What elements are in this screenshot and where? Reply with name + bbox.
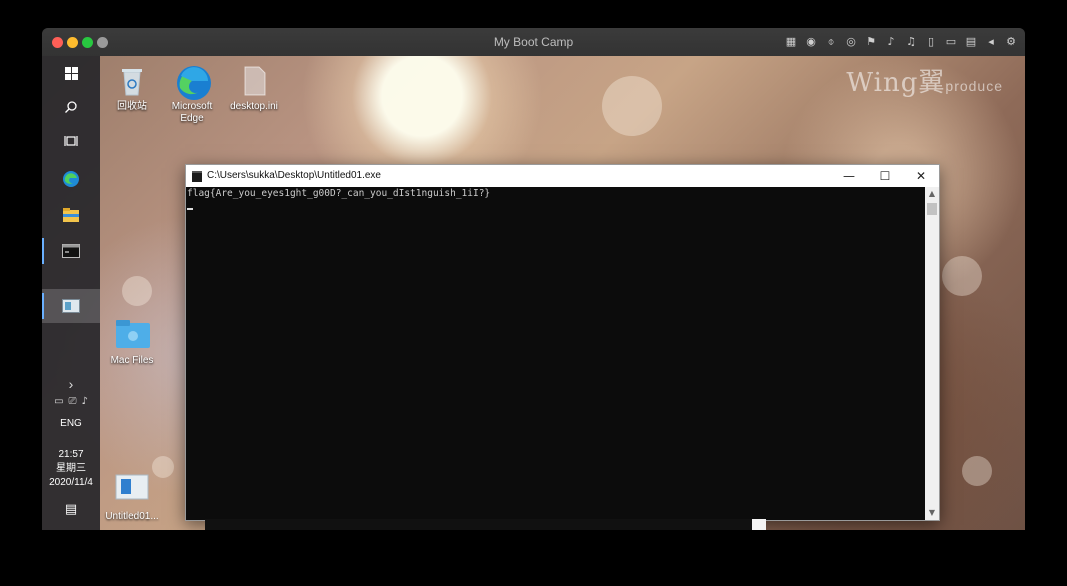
- desktop-icon-desktop-ini[interactable]: desktop.ini: [224, 64, 284, 113]
- desktop-icon-edge[interactable]: Microsoft Edge: [162, 64, 222, 125]
- clock-time: 21:57: [58, 449, 84, 460]
- windows-taskbar: › ▭ ⎚ ♪ ENG 21:57 星期三 2020/11/4 ▤: [42, 56, 100, 530]
- console-scrollbar[interactable]: ▲ ▼: [925, 187, 939, 520]
- settings-file-icon: [237, 64, 271, 98]
- battery-icon[interactable]: ▭: [54, 396, 63, 407]
- scrollbar-thumb[interactable]: [927, 203, 937, 215]
- taskbar-untitled-app[interactable]: [42, 289, 100, 323]
- text-cursor: [187, 208, 193, 210]
- keyboard-icon[interactable]: ▦: [783, 34, 799, 50]
- desktop-icon-label: Untitled01...: [105, 511, 159, 522]
- notification-button[interactable]: ▤: [42, 502, 100, 517]
- desktop-icon-recycle-bin[interactable]: 回收站: [102, 64, 162, 113]
- windows-logo-icon: [64, 66, 78, 80]
- screen-icon[interactable]: ▭: [943, 34, 959, 50]
- scroll-up-arrow-icon[interactable]: ▲: [925, 187, 939, 201]
- host-toolbar: ▦ ◉ ⌽ ◎ ⚑ ♪ ♫ ▯ ▭ ▤ ◂ ⚙: [783, 34, 1019, 50]
- folder-icon[interactable]: ▤: [963, 34, 979, 50]
- network-icon[interactable]: ⎚: [69, 396, 77, 407]
- taskbar-file-explorer[interactable]: [42, 198, 100, 232]
- console-output-area[interactable]: flag{Are_you_eyes1ght_g00D?_can_you_dIst…: [186, 187, 925, 520]
- microphone-icon[interactable]: ♫: [903, 34, 919, 50]
- console-titlebar[interactable]: C:\Users\sukka\Desktop\Untitled01.exe — …: [186, 165, 939, 187]
- desktop-icon-untitled01[interactable]: Untitled01...: [102, 474, 162, 523]
- edge-icon: [63, 171, 79, 187]
- record-icon[interactable]: ◎: [843, 34, 859, 50]
- search-icon: [65, 101, 77, 113]
- minimize-button[interactable]: —: [831, 165, 867, 187]
- clock[interactable]: 21:57 星期三 2020/11/4: [42, 448, 100, 490]
- background-window-edge: [752, 519, 766, 530]
- gear-icon[interactable]: ⚙: [1003, 34, 1019, 50]
- cd-icon[interactable]: ◉: [803, 34, 819, 50]
- console-app-icon: [192, 171, 202, 182]
- host-window: My Boot Camp ▦ ◉ ⌽ ◎ ⚑ ♪ ♫ ▯ ▭ ▤ ◂ ⚙ Win…: [42, 28, 1025, 530]
- scroll-down-arrow-icon[interactable]: ▼: [925, 506, 939, 520]
- tray-icons: ▭ ⎚ ♪: [42, 396, 100, 407]
- desktop-icon-label: Mac Files: [110, 355, 154, 366]
- recycle-bin-icon: [115, 64, 149, 98]
- tablet-icon[interactable]: ▯: [923, 34, 939, 50]
- maximize-button[interactable]: ☐: [867, 165, 903, 187]
- wing-produce-watermark: Wing翼produce: [846, 68, 1003, 98]
- desktop-icon-label: 回收站: [117, 101, 147, 112]
- volume-icon[interactable]: ♪: [82, 396, 88, 407]
- app-window-icon: [115, 474, 149, 508]
- usb-icon[interactable]: ⌽: [823, 34, 839, 50]
- speaker-icon[interactable]: ♪: [883, 34, 899, 50]
- edge-icon: [175, 64, 211, 100]
- network-icon[interactable]: ⚑: [863, 34, 879, 50]
- wallpaper-bokeh: [942, 256, 982, 296]
- wallpaper-bokeh: [122, 276, 152, 306]
- desktop-icon-label: Microsoft Edge: [171, 101, 213, 124]
- input-language[interactable]: ENG: [42, 418, 100, 429]
- arrow-left-icon[interactable]: ◂: [983, 34, 999, 50]
- app-window-icon: [62, 299, 80, 313]
- background-window: [205, 519, 752, 530]
- console-icon: [62, 244, 80, 258]
- desktop-icon-label: desktop.ini: [230, 101, 278, 112]
- search-button[interactable]: [42, 90, 100, 124]
- desktop-icon-mac-files[interactable]: Mac Files: [102, 318, 162, 367]
- taskbar-edge[interactable]: [42, 162, 100, 196]
- folder-icon: [115, 318, 150, 352]
- wallpaper-bokeh: [602, 76, 662, 136]
- close-button[interactable]: ✕: [903, 165, 939, 187]
- clock-date: 2020/11/4: [49, 477, 93, 488]
- wallpaper-bokeh: [962, 456, 992, 486]
- taskbar-console[interactable]: [42, 234, 100, 268]
- console-window: C:\Users\sukka\Desktop\Untitled01.exe — …: [185, 164, 940, 521]
- notification-icon: ▤: [64, 502, 78, 517]
- console-title: C:\Users\sukka\Desktop\Untitled01.exe: [207, 170, 381, 181]
- tray-expand[interactable]: ›: [42, 376, 100, 392]
- task-view-icon: [64, 136, 78, 146]
- host-titlebar: My Boot Camp ▦ ◉ ⌽ ◎ ⚑ ♪ ♫ ▯ ▭ ▤ ◂ ⚙: [42, 28, 1025, 57]
- task-view-button[interactable]: [42, 124, 100, 158]
- clock-weekday: 星期三: [56, 463, 86, 474]
- file-explorer-icon: [63, 208, 79, 222]
- windows-desktop[interactable]: Wing翼produce › ▭ ⎚ ♪ ENG 21:57 星期三 2020/…: [42, 56, 1025, 530]
- console-output-line: flag{Are_you_eyes1ght_g00D?_can_you_dIst…: [187, 188, 491, 199]
- start-button[interactable]: [42, 56, 100, 90]
